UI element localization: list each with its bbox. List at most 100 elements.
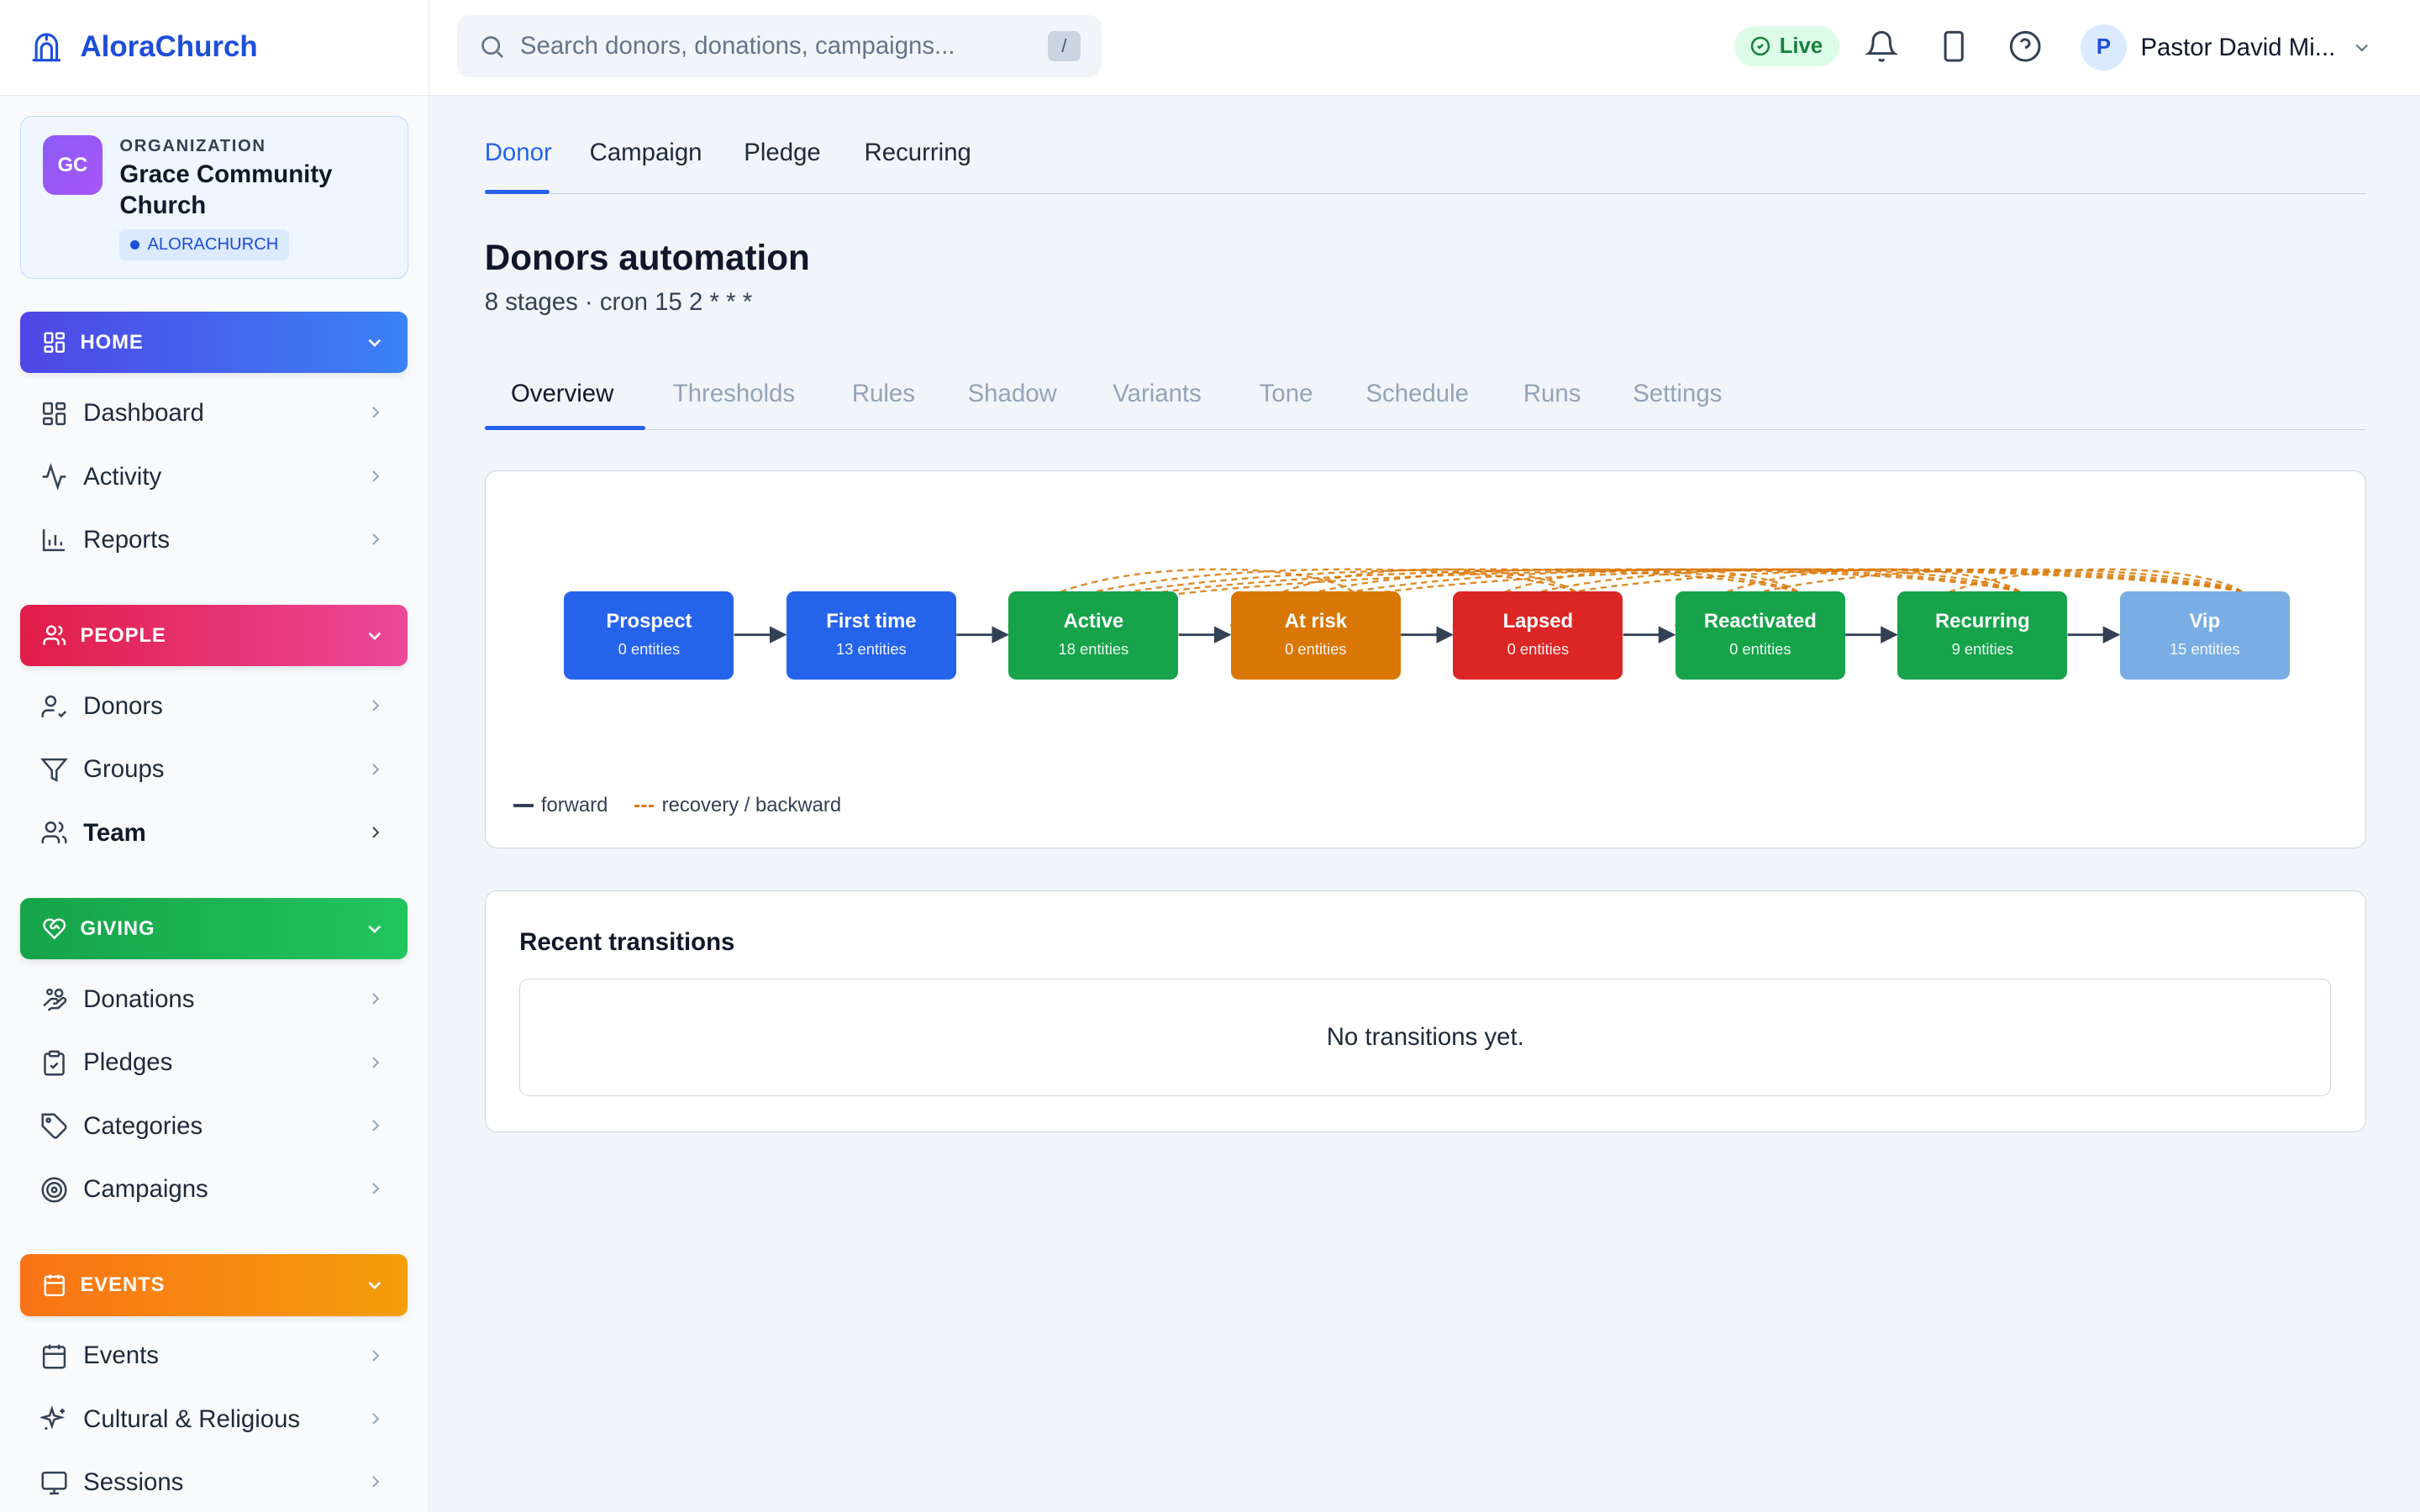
empty-state: No transitions yet.	[519, 979, 2332, 1097]
chevron-down-icon	[2355, 44, 2368, 52]
brand-name: AloraChurch	[80, 30, 258, 64]
sidebar-item-label: Sessions	[83, 1468, 184, 1497]
user-menu[interactable]: P Pastor David Mi...	[2080, 22, 2372, 74]
org-switcher[interactable]: GC ORGANIZATION Grace Community Church A…	[19, 115, 408, 280]
stage-at-risk[interactable]: At risk 0 entities	[1230, 591, 1401, 680]
chevron-right-icon	[372, 827, 380, 838]
live-status-badge: Live	[1734, 26, 1840, 66]
stage-name: Recurring	[1934, 610, 2030, 633]
section-events[interactable]: EVENTS	[19, 1254, 408, 1316]
sidebar-item-reports[interactable]: Reports	[20, 512, 408, 568]
help-circle-icon[interactable]	[2008, 29, 2042, 63]
search-input[interactable]	[519, 32, 1030, 61]
stage-flow-diagram	[734, 568, 2243, 644]
search-icon	[481, 35, 504, 58]
stage-name: Active	[1063, 610, 1124, 633]
sidebar-item-sessions[interactable]: Sessions	[20, 1455, 408, 1510]
dashboard-icon	[42, 402, 66, 425]
search-bar[interactable]: /	[456, 15, 1102, 77]
church-icon	[32, 33, 60, 62]
sidebar: AloraChurch GC ORGANIZATION Grace Commun…	[0, 0, 429, 1512]
sidebar-item-label: Donors	[83, 692, 163, 721]
stage-count: 9 entities	[1951, 639, 2014, 658]
sidebar-item-label: Dashboard	[83, 399, 204, 428]
stage-vip[interactable]: Vip 15 entities	[2119, 591, 2290, 680]
sidebar-item-pledges[interactable]: Pledges	[20, 1035, 408, 1090]
chevron-down-icon	[368, 632, 381, 640]
search-shortcut-key: /	[1048, 30, 1081, 62]
sidebar-item-label: Team	[83, 818, 146, 847]
stage-recurring[interactable]: Recurring 9 entities	[1897, 591, 2068, 680]
stage-name: At risk	[1284, 610, 1347, 633]
stage-count: 18 entities	[1058, 639, 1129, 658]
calendar-icon	[44, 1274, 65, 1297]
stage-first-time[interactable]: First time 13 entities	[786, 591, 956, 680]
stage-name: Prospect	[606, 610, 692, 633]
chevron-right-icon	[372, 1349, 380, 1362]
chevron-right-icon	[372, 470, 380, 482]
sidebar-item-groups[interactable]: Groups	[20, 742, 408, 797]
filter-icon	[39, 758, 68, 782]
stage-lapsed[interactable]: Lapsed 0 entities	[1453, 591, 1623, 680]
heart-handshake-icon	[42, 918, 66, 940]
tab-shadow[interactable]: Shadow	[968, 380, 1057, 408]
smartphone-icon[interactable]	[1937, 29, 1970, 63]
legend-forward-swatch	[513, 804, 534, 807]
stage-name: Vip	[2189, 610, 2221, 633]
sidebar-item-team[interactable]: Team	[20, 806, 408, 861]
stage-count: 15 entities	[2169, 639, 2240, 658]
sidebar-item-campaigns[interactable]: Campaigns	[20, 1162, 408, 1217]
sidebar-item-dashboard[interactable]: Dashboard	[20, 386, 408, 441]
brand[interactable]: AloraChurch	[0, 0, 429, 96]
main-content: Donor Campaign Pledge Recurring Donors a…	[484, 96, 2366, 1133]
activity-icon	[42, 463, 66, 491]
sidebar-item-label: Campaigns	[83, 1175, 208, 1204]
tab-thresholds[interactable]: Thresholds	[673, 380, 795, 408]
recent-transitions-title: Recent transitions	[519, 927, 735, 956]
entity-tabs: Donor Campaign Pledge Recurring	[484, 96, 2366, 195]
sidebar-item-donors[interactable]: Donors	[20, 679, 408, 734]
tab-rules[interactable]: Rules	[852, 380, 915, 408]
tag-icon	[41, 1113, 67, 1139]
sidebar-item-categories[interactable]: Categories	[20, 1099, 408, 1154]
stage-prospect[interactable]: Prospect 0 entities	[564, 591, 734, 680]
users-icon	[42, 625, 66, 645]
stage-name: First time	[826, 610, 917, 633]
tab-recurring[interactable]: Recurring	[865, 139, 971, 167]
section-events-label: EVENTS	[80, 1273, 166, 1296]
sidebar-item-events[interactable]: Events	[20, 1328, 408, 1383]
bar-chart-icon	[42, 529, 65, 552]
section-home[interactable]: HOME	[19, 312, 408, 374]
org-name: Grace Community Church	[119, 160, 333, 219]
stage-name: Lapsed	[1502, 610, 1574, 633]
tab-runs[interactable]: Runs	[1523, 380, 1581, 408]
chevron-right-icon	[372, 993, 380, 1005]
tab-pledge[interactable]: Pledge	[744, 139, 820, 167]
tab-settings[interactable]: Settings	[1633, 380, 1722, 408]
sidebar-item-label: Pledges	[83, 1048, 173, 1077]
chevron-right-icon	[372, 533, 380, 545]
sidebar-item-activity[interactable]: Activity	[20, 449, 408, 504]
section-people[interactable]: PEOPLE	[19, 604, 408, 667]
bell-icon[interactable]	[1864, 29, 1899, 63]
page-title: Donors automation	[484, 237, 810, 277]
legend-recovery-swatch	[634, 804, 655, 807]
stage-active[interactable]: Active 18 entities	[1008, 591, 1179, 680]
sidebar-item-label: Reports	[83, 525, 171, 554]
section-giving[interactable]: GIVING	[19, 897, 408, 960]
grid-icon	[44, 332, 65, 353]
tab-donor[interactable]: Donor	[485, 139, 552, 167]
chevron-right-icon	[372, 700, 380, 711]
sidebar-item-donations[interactable]: Donations	[20, 972, 408, 1027]
tab-schedule[interactable]: Schedule	[1365, 380, 1469, 408]
stage-count: 0 entities	[1285, 639, 1347, 658]
team-icon	[41, 822, 67, 844]
stage-count: 0 entities	[1507, 639, 1570, 658]
tab-overview[interactable]: Overview	[511, 380, 613, 408]
stage-reactivated[interactable]: Reactivated 0 entities	[1675, 591, 1845, 680]
tab-campaign[interactable]: Campaign	[590, 139, 702, 167]
sidebar-item-cultural-religious[interactable]: Cultural & Religious	[20, 1392, 408, 1447]
monitor-icon	[41, 1471, 67, 1494]
tab-variants[interactable]: Variants	[1113, 380, 1202, 408]
tab-tone[interactable]: Tone	[1260, 380, 1313, 408]
